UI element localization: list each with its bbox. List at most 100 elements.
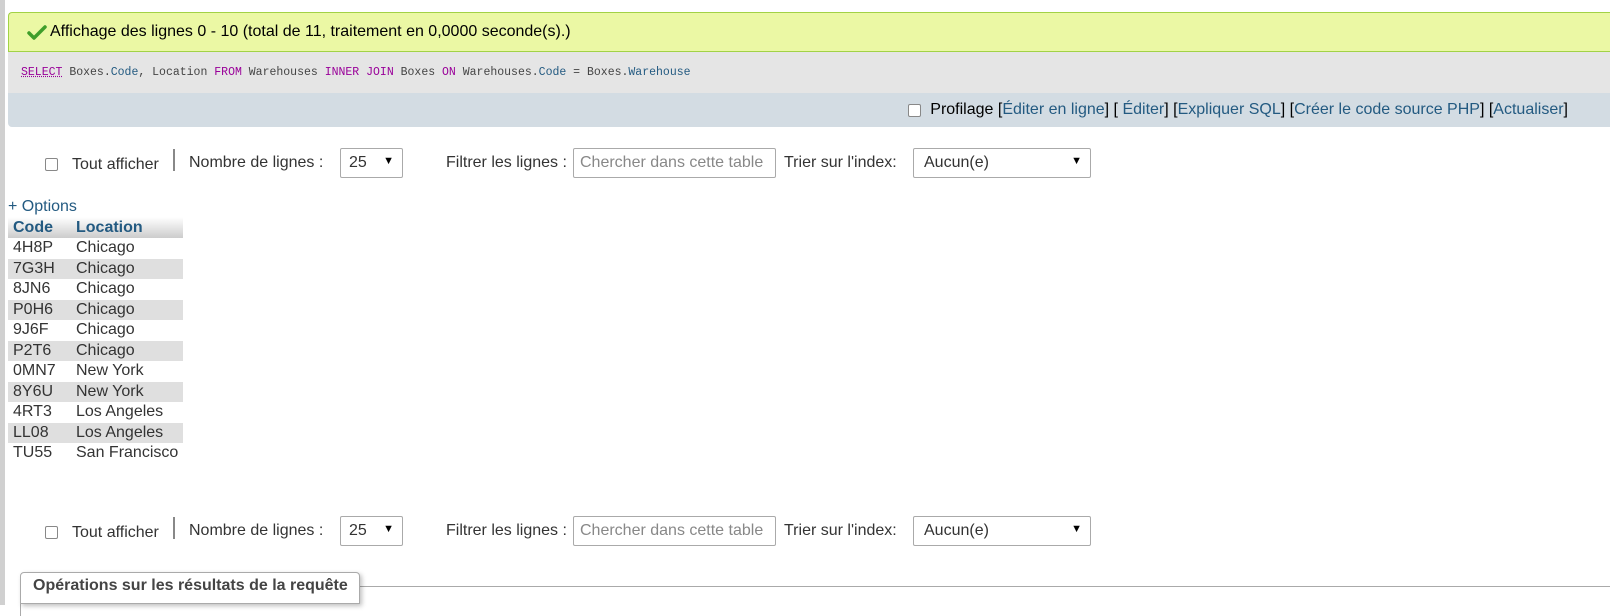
cell-location[interactable]: Chicago [71, 299, 184, 320]
dropdown-arrow-icon: ▼ [383, 523, 394, 535]
edit-link[interactable]: Éditer [1122, 101, 1164, 119]
show-all-checkbox[interactable] [45, 158, 58, 171]
cell-location[interactable]: San Francisco [71, 443, 183, 464]
table-row[interactable]: P0H6 Chicago [8, 299, 184, 320]
sql-text: Warehouses [241, 66, 325, 79]
filter-rows-input[interactable] [580, 522, 770, 540]
cell-location[interactable]: Los Angeles [71, 422, 184, 443]
sql-column: Code [110, 66, 139, 79]
bracket: ] [ [1280, 101, 1295, 118]
left-scroll-edge [0, 0, 5, 605]
sql-text: Warehouses. [455, 66, 539, 79]
dropdown-arrow-icon: ▼ [383, 155, 394, 167]
filter-rows-label: Filtrer les lignes : [446, 154, 567, 171]
cell-code[interactable]: P2T6 [8, 340, 71, 361]
create-php-link[interactable]: Créer le code source PHP [1294, 101, 1480, 119]
sort-index-select[interactable]: Aucun(e) ▼ [913, 516, 1091, 546]
bracket: ] [ [1164, 101, 1178, 118]
navigation-bottom: Tout afficher Nombre de lignes : 25 ▼ Fi… [0, 516, 1200, 550]
sql-text: Boxes. [62, 66, 111, 79]
refresh-link[interactable]: Actualiser [1493, 101, 1563, 119]
rows-count-select[interactable]: 25 ▼ [340, 516, 403, 546]
edit-inline-link[interactable]: Éditer en ligne [1002, 101, 1104, 119]
filter-rows-field[interactable] [573, 148, 776, 178]
bracket: ] [1563, 101, 1568, 118]
cell-location[interactable]: Chicago [71, 320, 183, 341]
rows-count-value: 25 [349, 522, 367, 539]
bracket: ] [ [1479, 101, 1494, 118]
cell-location[interactable]: Chicago [71, 258, 184, 279]
cell-code[interactable]: 8JN6 [8, 279, 71, 300]
rows-count-select[interactable]: 25 ▼ [340, 148, 403, 178]
cell-code[interactable]: 9J6F [8, 320, 71, 341]
sql-column: Code [538, 66, 567, 79]
table-header-row: Code Location [8, 217, 184, 238]
sql-text: , Location [138, 66, 215, 79]
cell-code[interactable]: 4RT3 [8, 402, 71, 423]
check-icon [27, 24, 47, 40]
cell-code[interactable]: LL08 [8, 422, 71, 443]
table-row[interactable]: 7G3H Chicago [8, 258, 184, 279]
cell-location[interactable]: New York [71, 381, 184, 402]
column-header-code[interactable]: Code [8, 217, 71, 238]
sql-text: Boxes [393, 66, 443, 79]
table-row[interactable]: LL08 Los Angeles [8, 422, 184, 443]
sort-index-label: Trier sur l'index: [784, 154, 897, 171]
query-operations-title: Opérations sur les résultats de la requê… [20, 572, 360, 604]
nav-separator [173, 149, 175, 171]
show-all-checkbox[interactable] [45, 526, 58, 539]
query-tools-bar: Profilage [Éditer en ligne] [ Éditer ] [… [8, 93, 1610, 127]
table-row[interactable]: TU55 San Francisco [8, 443, 183, 464]
sort-index-select[interactable]: Aucun(e) ▼ [913, 148, 1091, 178]
table-row[interactable]: P2T6 Chicago [8, 340, 184, 361]
cell-location[interactable]: Chicago [71, 279, 183, 300]
rows-count-value: 25 [349, 154, 367, 171]
cell-code[interactable]: P0H6 [8, 299, 71, 320]
rows-count-label: Nombre de lignes : [189, 154, 324, 171]
sql-query: SELECT Boxes. Code, Location FROM Warehou… [8, 52, 1610, 93]
cell-code[interactable]: TU55 [8, 443, 71, 464]
sql-column: Warehouse [628, 66, 691, 79]
sql-keyword-from: FROM [214, 66, 242, 79]
explain-sql-link[interactable]: Expliquer SQL [1178, 101, 1281, 119]
sql-keyword-select[interactable]: SELECT [21, 66, 62, 79]
sql-keyword-inner-join: INNER JOIN [324, 66, 394, 79]
results-table: Code Location 4H8P Chicago 7G3H Chicago 8J… [8, 217, 184, 464]
sort-index-label: Trier sur l'index: [784, 522, 897, 539]
cell-location[interactable]: Chicago [71, 340, 184, 361]
show-all-label[interactable]: Tout afficher [72, 524, 159, 542]
table-row[interactable]: 4H8P Chicago [8, 238, 183, 259]
success-message-text: Affichage des lignes 0 - 10 (total de 11… [50, 23, 571, 40]
cell-code[interactable]: 4H8P [8, 238, 71, 259]
cell-code[interactable]: 8Y6U [8, 381, 71, 402]
cell-code[interactable]: 7G3H [8, 258, 71, 279]
table-row[interactable]: 8JN6 Chicago [8, 279, 183, 300]
sql-text: = Boxes. [566, 66, 629, 79]
dropdown-arrow-icon: ▼ [1071, 523, 1082, 535]
rows-count-label: Nombre de lignes : [189, 522, 324, 539]
table-row[interactable]: 4RT3 Los Angeles [8, 402, 183, 423]
table-row[interactable]: 8Y6U New York [8, 381, 184, 402]
cell-location[interactable]: Chicago [71, 238, 183, 259]
profilage-checkbox[interactable] [908, 103, 922, 117]
sort-index-value: Aucun(e) [924, 154, 989, 171]
table-row[interactable]: 9J6F Chicago [8, 320, 183, 341]
column-header-location[interactable]: Location [71, 217, 184, 238]
success-message: Affichage des lignes 0 - 10 (total de 11… [8, 12, 1610, 52]
nav-separator [173, 517, 175, 539]
cell-location[interactable]: Los Angeles [71, 402, 183, 423]
sql-keyword-on: ON [442, 66, 456, 79]
navigation-top: Tout afficher Nombre de lignes : 25 ▼ Fi… [0, 148, 1200, 182]
filter-rows-input[interactable] [580, 154, 770, 172]
table-row[interactable]: 0MN7 New York [8, 361, 183, 382]
dropdown-arrow-icon: ▼ [1071, 155, 1082, 167]
cell-location[interactable]: New York [71, 361, 183, 382]
filter-rows-field[interactable] [573, 516, 776, 546]
sort-index-value: Aucun(e) [924, 522, 989, 539]
show-all-label[interactable]: Tout afficher [72, 156, 159, 174]
bracket: ] [ [1104, 101, 1118, 118]
filter-rows-label: Filtrer les lignes : [446, 522, 567, 539]
options-toggle-link[interactable]: + Options [8, 198, 77, 216]
cell-code[interactable]: 0MN7 [8, 361, 71, 382]
profilage-label: Profilage [930, 101, 994, 118]
